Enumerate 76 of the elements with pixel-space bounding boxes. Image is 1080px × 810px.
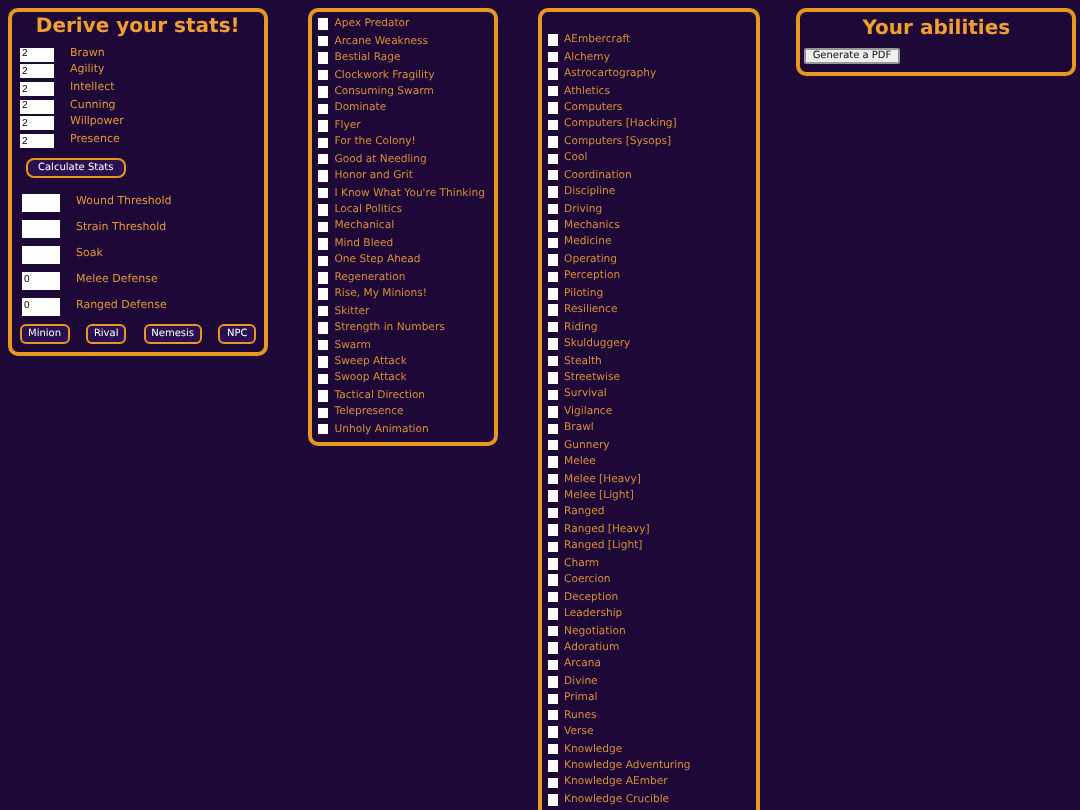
checkbox[interactable] — [317, 322, 329, 334]
checkbox[interactable] — [547, 220, 559, 232]
checkbox[interactable] — [547, 406, 559, 418]
checkbox[interactable] — [317, 204, 329, 216]
checkbox[interactable] — [317, 103, 329, 115]
checkbox[interactable] — [547, 423, 559, 435]
checkbox[interactable] — [547, 693, 559, 705]
checkbox[interactable] — [547, 271, 559, 283]
checkbox[interactable] — [547, 574, 559, 586]
stat-input[interactable] — [22, 193, 60, 212]
checkbox[interactable] — [547, 153, 559, 165]
checkbox[interactable] — [547, 439, 559, 451]
checkbox[interactable] — [547, 743, 559, 755]
checkbox[interactable] — [317, 373, 329, 385]
checkbox[interactable] — [547, 85, 559, 97]
checkbox[interactable] — [317, 170, 329, 182]
checkbox[interactable] — [547, 389, 559, 401]
panel-title: Your abilities — [860, 18, 1013, 42]
checkbox[interactable] — [547, 777, 559, 789]
checkbox[interactable] — [547, 608, 559, 620]
checkbox[interactable] — [317, 18, 329, 30]
checkbox[interactable] — [547, 507, 559, 519]
checkbox[interactable] — [317, 390, 329, 402]
checkbox[interactable] — [547, 659, 559, 671]
checkbox[interactable] — [547, 51, 559, 63]
checkbox[interactable] — [317, 272, 329, 284]
checkbox[interactable] — [547, 254, 559, 266]
checkbox[interactable] — [547, 558, 559, 570]
checkbox[interactable] — [317, 221, 329, 233]
checkbox[interactable] — [547, 625, 559, 637]
checkbox[interactable] — [547, 473, 559, 485]
checkbox[interactable] — [547, 203, 559, 215]
checkbox[interactable] — [547, 709, 559, 721]
checkbox[interactable] — [317, 305, 329, 317]
checkbox[interactable] — [547, 119, 559, 131]
checkbox[interactable] — [547, 642, 559, 654]
checkbox[interactable] — [317, 407, 329, 419]
checkbox[interactable] — [317, 86, 329, 98]
checkbox[interactable] — [547, 321, 559, 333]
checkbox[interactable] — [547, 169, 559, 181]
checkbox[interactable] — [547, 136, 559, 148]
checkbox[interactable] — [317, 356, 329, 368]
checkbox[interactable] — [547, 288, 559, 300]
checkbox[interactable] — [547, 676, 559, 688]
checkbox[interactable] — [547, 726, 559, 738]
checkbox[interactable] — [547, 372, 559, 384]
checkbox[interactable] — [317, 238, 329, 250]
checkbox[interactable] — [547, 490, 559, 502]
checkbox[interactable] — [317, 120, 329, 132]
checkbox[interactable] — [317, 153, 329, 165]
checkbox[interactable] — [547, 760, 559, 772]
checkbox[interactable] — [547, 591, 559, 603]
checkbox[interactable] — [317, 187, 329, 199]
stat-input[interactable] — [22, 245, 60, 264]
checkbox[interactable] — [547, 355, 559, 367]
stat-input[interactable] — [22, 219, 60, 238]
checkbox[interactable] — [547, 338, 559, 350]
checkbox[interactable] — [317, 255, 329, 267]
panel-title: Derive your stats! — [33, 16, 242, 40]
checkbox[interactable] — [547, 794, 559, 806]
checkbox[interactable] — [317, 288, 329, 300]
checkbox[interactable] — [317, 69, 329, 81]
checkbox[interactable] — [317, 52, 329, 64]
checkbox[interactable] — [317, 339, 329, 351]
checkbox[interactable] — [547, 541, 559, 553]
checkbox[interactable] — [547, 304, 559, 316]
checkbox[interactable] — [317, 137, 329, 149]
checkbox[interactable] — [547, 102, 559, 114]
checkbox[interactable] — [317, 35, 329, 47]
checkbox[interactable] — [547, 34, 559, 46]
checkbox[interactable] — [547, 456, 559, 468]
checkbox[interactable] — [547, 237, 559, 249]
checkbox[interactable] — [547, 524, 559, 536]
checkbox[interactable] — [547, 68, 559, 80]
checkbox[interactable] — [547, 186, 559, 198]
checkbox[interactable] — [317, 423, 329, 435]
